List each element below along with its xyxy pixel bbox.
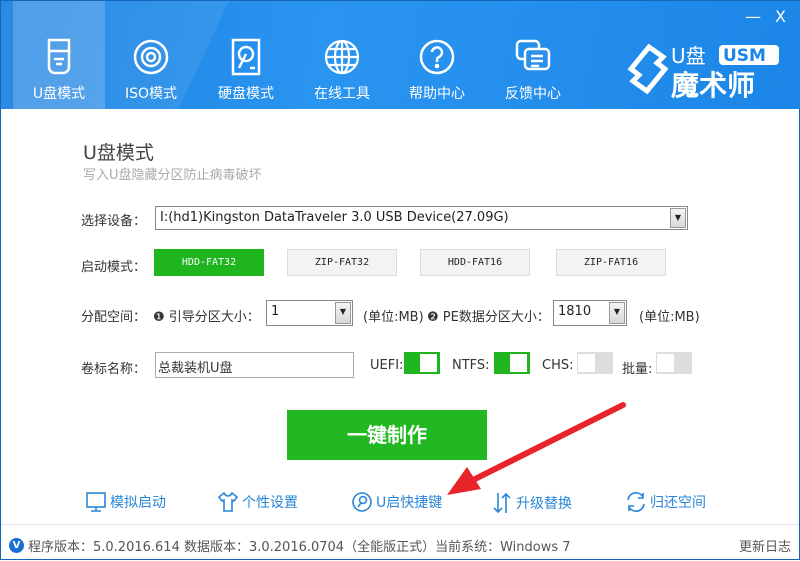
update-log-link[interactable]: 更新日志 (739, 536, 791, 555)
divider (1, 524, 799, 525)
red-arrow-annotation (447, 402, 626, 495)
app-window: — X U盘模式 ISO模式 硬盘模式 在线工具 帮助中心 反馈中心 U盘 USM… (0, 0, 800, 560)
version-badge-icon: V (9, 538, 24, 553)
version-info: 程序版本：5.0.2016.614 数据版本：3.0.2016.0704（全能版… (28, 540, 571, 555)
status-bar: V 程序版本：5.0.2016.614 数据版本：3.0.2016.0704（全能… (9, 536, 571, 555)
